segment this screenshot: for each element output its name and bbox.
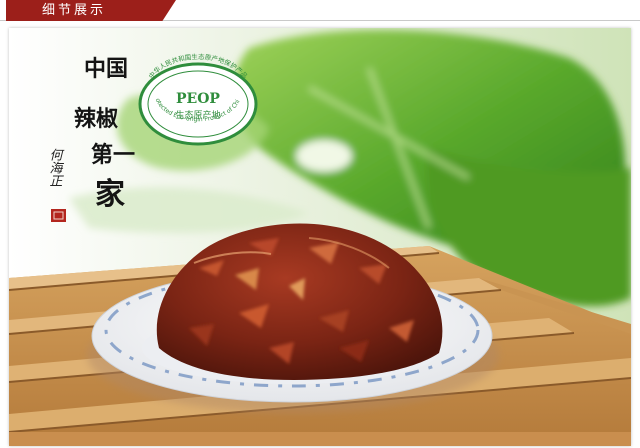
- section-title: 细节展示: [42, 3, 107, 18]
- slogan-line-2: 辣椒: [74, 106, 118, 132]
- red-seal-stamp: [51, 209, 66, 222]
- section-header: 细节展示: [0, 0, 640, 24]
- detail-page: 细节展示 中华人民共和国生态原产地保护产品 otected Eco-origin…: [0, 0, 640, 448]
- artist-signature: 何海正: [47, 148, 63, 187]
- slogan-line-3: 第一: [91, 142, 135, 168]
- badge-code: PEOP: [176, 91, 220, 107]
- product-photo: 中华人民共和国生态原产地保护产品 Protected Eco-origin Pr…: [9, 28, 631, 446]
- slogan-line-4: 家: [95, 177, 125, 212]
- product-photo-scene: 中华人民共和国生态原产地保护产品 Protected Eco-origin Pr…: [9, 28, 631, 446]
- badge-name: 生态原产地: [175, 109, 220, 121]
- slogan-line-1: 中国: [84, 56, 128, 82]
